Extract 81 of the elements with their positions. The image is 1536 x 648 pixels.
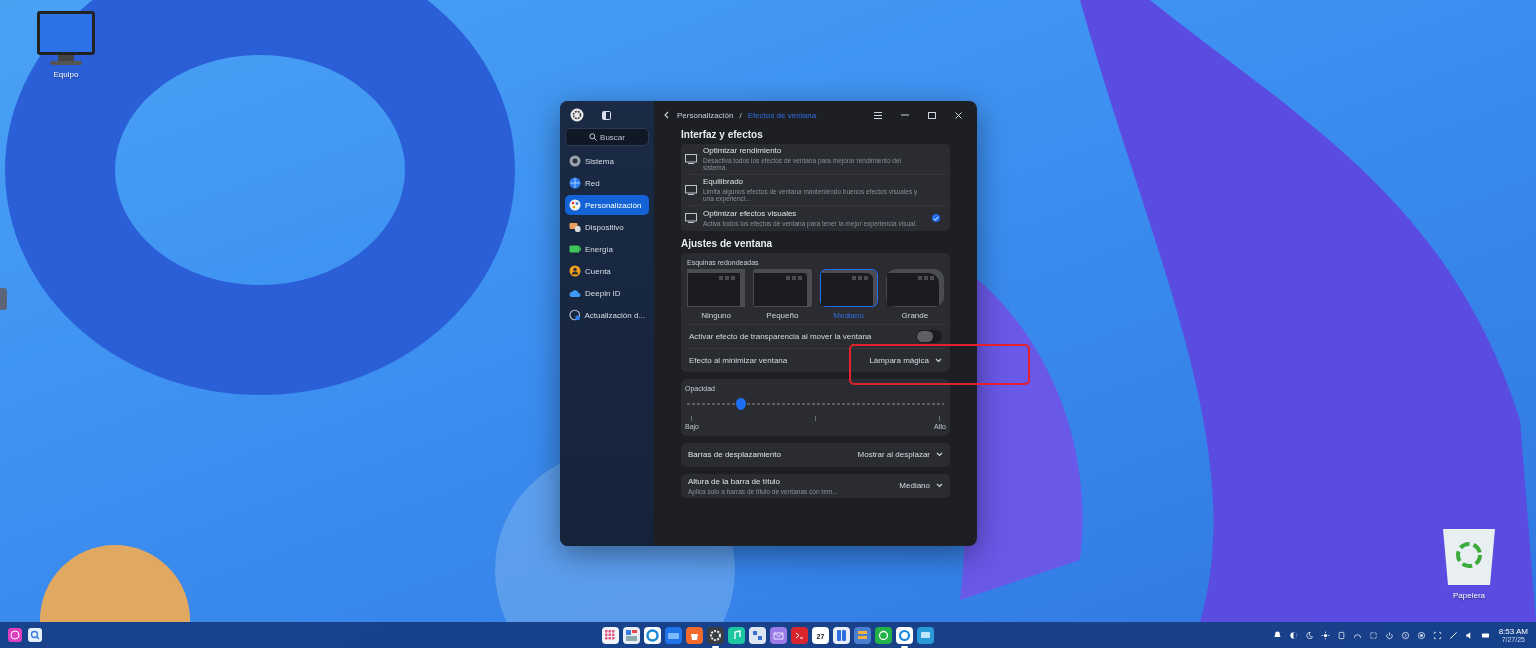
panel-icon[interactable] (833, 626, 850, 644)
arrow-circle-icon[interactable] (1399, 629, 1411, 641)
option-title[interactable]: Optimizar rendimiento (703, 146, 926, 155)
monitor-icon (685, 213, 697, 224)
breadcrumb-separator: / (739, 110, 742, 120)
option-title[interactable]: Equilibrado (703, 176, 926, 186)
maximize-icon[interactable] (928, 111, 936, 119)
image-icon[interactable] (749, 626, 766, 644)
disc-icon (569, 155, 581, 167)
assistant-icon[interactable] (8, 628, 22, 642)
sidebar-item[interactable]: Dispositivo (565, 217, 649, 237)
search-field[interactable]: Buscar (565, 128, 649, 146)
browser-icon[interactable] (644, 626, 661, 644)
person-icon (569, 265, 581, 277)
breadcrumb-item: Efectos de ventana (747, 110, 817, 120)
clipboard-icon[interactable] (1335, 629, 1347, 641)
close-icon[interactable] (955, 111, 962, 119)
chevron-down-icon (935, 357, 942, 363)
sidebar-item[interactable]: Red (565, 173, 649, 193)
monitor-icon[interactable] (917, 626, 934, 644)
back-icon[interactable] (663, 111, 671, 119)
pen-icon[interactable] (1447, 629, 1459, 641)
toggle-switch[interactable] (916, 329, 942, 343)
tiles-icon[interactable] (623, 626, 640, 644)
sidebar-item[interactable]: Deepin ID (565, 283, 649, 303)
monitor-icon (685, 184, 697, 195)
settings-icon (570, 108, 584, 122)
envelope-icon[interactable] (770, 626, 787, 644)
folder-icon[interactable] (665, 626, 682, 644)
sidebar-item[interactable]: Sistema (565, 151, 649, 171)
chevron-down-icon (936, 483, 943, 489)
monitor-icon (685, 153, 697, 164)
chevron-down-icon (936, 452, 943, 458)
clock-icon[interactable] (875, 626, 892, 644)
moon-icon[interactable] (1303, 629, 1315, 641)
screenshot-icon[interactable] (1431, 629, 1443, 641)
setting-label: Altura de la barra de título (688, 476, 782, 486)
power-icon[interactable] (1383, 629, 1395, 641)
setting-label: Barras de desplazamiento (688, 450, 782, 460)
globe-icon (569, 177, 581, 189)
cloud-icon (569, 287, 581, 299)
bag-icon[interactable] (686, 626, 703, 644)
dropdown-select[interactable]: Lámpara mágica (869, 355, 942, 365)
search-icon[interactable] (28, 628, 42, 642)
side-handle[interactable] (0, 288, 7, 310)
desktop-icon-label: Equipo (53, 70, 79, 79)
battery-icon (569, 243, 581, 255)
section-title: Interfaz y efectos (681, 129, 764, 142)
section-title: Ajustes de ventana (681, 237, 774, 251)
dropdown-select[interactable]: Mostrar al desplazar (857, 450, 943, 460)
option-title[interactable]: Optimizar efectos visuales (703, 209, 926, 219)
music-note-icon[interactable] (728, 626, 745, 644)
document-icon[interactable] (854, 626, 871, 644)
terminal-icon[interactable] (791, 626, 808, 644)
checkmark[interactable] (932, 214, 940, 223)
search-icon (589, 133, 598, 141)
contrast-icon[interactable] (1287, 629, 1299, 641)
sidebar-item[interactable]: Cuenta (565, 261, 649, 281)
setting-label: Efecto al minimizar ventana (689, 355, 788, 365)
corner-option-label[interactable]: Pequeño (766, 310, 799, 320)
breadcrumb-item[interactable]: Personalización (677, 110, 734, 120)
palette-icon (569, 199, 581, 211)
menu-icon[interactable] (874, 111, 882, 119)
record-icon[interactable] (1415, 629, 1427, 641)
desktop-icon-label: Papelera (1453, 591, 1485, 600)
sidebar-item[interactable]: Personalización (565, 195, 649, 215)
corner-option-label[interactable]: Ninguno (701, 310, 732, 320)
corner-preview[interactable] (819, 268, 878, 307)
clock-time[interactable]: 8:53 AM (1498, 627, 1528, 636)
slider-track[interactable] (687, 397, 944, 410)
corner-option-label[interactable]: Grande (901, 310, 929, 320)
sun-icon[interactable] (1319, 629, 1331, 641)
dropdown-select[interactable]: Mediano (899, 481, 943, 491)
setting-label: Activar efecto de transparencia al mover la ventana (689, 331, 872, 341)
sidebar-item[interactable]: Energía (565, 239, 649, 259)
monitor-icon[interactable] (36, 10, 96, 66)
update-icon (569, 309, 581, 321)
sidebar-toggle-icon[interactable] (602, 110, 611, 120)
slider-thumb[interactable] (735, 397, 746, 410)
sidebar-item[interactable]: Actualización d... (565, 305, 649, 325)
device-icon (569, 221, 581, 233)
